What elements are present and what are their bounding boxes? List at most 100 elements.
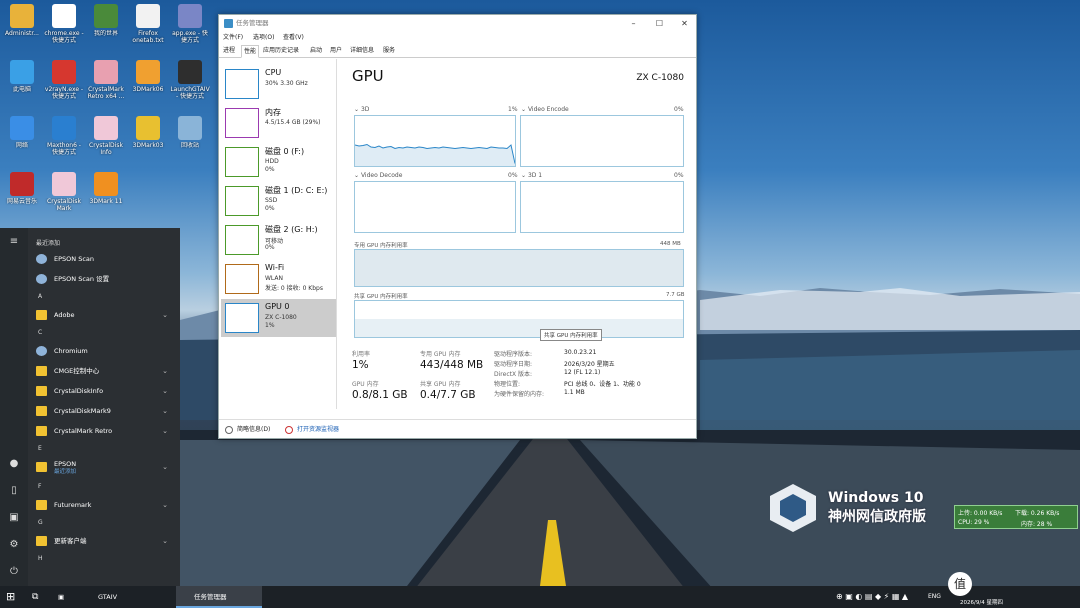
taskbar-item-gtaiv[interactable]: GTAIV xyxy=(84,586,170,608)
chevron-down-icon[interactable]: ⌄ xyxy=(162,382,168,400)
task-view-icon[interactable]: ⧉ xyxy=(32,586,46,608)
pictures-icon[interactable]: ▣ xyxy=(8,512,20,524)
desktop-icon[interactable]: 我的世界 xyxy=(86,4,126,44)
minimize-button[interactable]: – xyxy=(621,15,646,32)
dedicated-memory-graph[interactable] xyxy=(354,249,684,287)
start-folder-item[interactable]: CrystalDiskMark9 ⌄ xyxy=(30,402,176,420)
desktop-icon[interactable]: CrystalMark Retro x64 ... xyxy=(86,60,126,100)
power-icon[interactable]: ⏻ xyxy=(8,566,20,578)
alpha-header[interactable]: C xyxy=(38,329,42,336)
app-icon xyxy=(10,60,34,84)
resource-item[interactable]: 磁盘 1 (D: C: E:) SSD 0% xyxy=(221,182,336,220)
documents-icon[interactable]: ▯ xyxy=(8,485,20,497)
start-folder-item[interactable]: 更新客户端 ⌄ xyxy=(30,532,176,550)
start-item-label: CrystalDiskMark9 xyxy=(54,407,111,415)
resource-name: 磁盘 0 (F:) xyxy=(265,147,305,156)
tab-users[interactable]: 用户 xyxy=(330,45,342,58)
engine-video-decode-graph[interactable] xyxy=(354,181,516,233)
engine-3d1-graph[interactable] xyxy=(520,181,684,233)
resource-item[interactable]: CPU 30% 3.30 GHz xyxy=(221,65,336,103)
start-item-label: 更新客户端 xyxy=(54,537,87,545)
maximize-button[interactable]: ☐ xyxy=(647,15,672,32)
desktop-icon[interactable]: Administr... xyxy=(2,4,42,44)
start-folder-item[interactable]: Futuremark ⌄ xyxy=(30,496,176,514)
taskbar-item-task-manager[interactable]: 任务管理器 xyxy=(176,586,262,608)
alpha-header[interactable]: H xyxy=(38,555,43,562)
start-folder-item[interactable]: CrystalMark Retro ⌄ xyxy=(30,422,176,440)
desktop-icon[interactable]: CrystalDisk Info xyxy=(86,116,126,156)
settings-icon[interactable]: ⚙ xyxy=(8,539,20,551)
chevron-down-icon[interactable]: ⌄ xyxy=(162,532,168,550)
chevron-up-icon[interactable] xyxy=(225,426,233,434)
open-resource-monitor-link[interactable]: 打开资源监视器 xyxy=(297,420,339,440)
desktop-icon[interactable]: 3DMark03 xyxy=(128,116,168,156)
resource-item[interactable]: 磁盘 0 (F:) HDD 0% xyxy=(221,143,336,181)
start-app-item[interactable]: Chromium xyxy=(30,342,176,360)
desktop-icon[interactable]: app.exe - 快捷方式 xyxy=(170,4,210,44)
tab-processes[interactable]: 进程 xyxy=(223,45,235,58)
start-app-item[interactable]: EPSON Scan xyxy=(30,250,176,268)
desktop-icon[interactable]: Maxthon6 - 快捷方式 xyxy=(44,116,84,156)
chevron-down-icon[interactable]: ⌄ xyxy=(162,458,168,476)
alpha-header[interactable]: G xyxy=(38,519,43,526)
desktop-icon[interactable]: 3DMark 11 xyxy=(86,172,126,212)
detail-value: 12 (FL 12.1) xyxy=(564,369,601,376)
resource-item[interactable]: 磁盘 2 (G: H:) 可移动 0% xyxy=(221,221,336,259)
resource-item[interactable]: Wi-Fi WLAN 发送: 0 接收: 0 Kbps xyxy=(221,260,336,298)
menu-options[interactable]: 选项(O) xyxy=(253,32,274,44)
fewer-details-link[interactable]: 简略信息(D) xyxy=(237,420,270,440)
windows-start-icon[interactable]: ⊞ xyxy=(6,586,22,608)
start-folder-item[interactable]: EPSON 最近添加 ⌄ xyxy=(30,458,176,476)
alpha-header[interactable]: E xyxy=(38,445,42,452)
desktop-icon[interactable]: Firefox onetab.txt xyxy=(128,4,168,44)
desktop-icon[interactable]: 3DMark06 xyxy=(128,60,168,100)
menu-view[interactable]: 查看(V) xyxy=(283,32,304,44)
input-language[interactable]: ENG xyxy=(928,586,941,608)
engine-3d-graph[interactable] xyxy=(354,115,516,167)
engine-video-encode-graph[interactable] xyxy=(520,115,684,167)
desktop-icon[interactable]: 回收站 xyxy=(170,116,210,156)
tab-startup[interactable]: 启动 xyxy=(310,45,322,58)
title-bar[interactable]: 任务管理器 – ☐ ✕ xyxy=(219,15,696,32)
chevron-down-icon[interactable]: ⌄ xyxy=(162,362,168,380)
start-app-item[interactable]: EPSON Scan 设置 xyxy=(30,270,176,288)
chevron-down-icon[interactable]: ⌄ xyxy=(162,422,168,440)
desktop-icon[interactable]: LaunchGTAIV - 快捷方式 xyxy=(170,60,210,100)
chevron-down-icon[interactable]: ⌄ xyxy=(162,402,168,420)
desktop-icon[interactable]: 网络 xyxy=(2,116,42,156)
start-folder-item[interactable]: CrystalDiskInfo ⌄ xyxy=(30,382,176,400)
close-button[interactable]: ✕ xyxy=(672,15,697,32)
clock-date[interactable]: 2026/9/4 星期四 xyxy=(960,598,1003,606)
app-icon xyxy=(52,172,76,196)
desktop-icon-label: Firefox onetab.txt xyxy=(132,30,164,44)
tab-app-history[interactable]: 应用历史记录 xyxy=(263,45,299,58)
desktop-icon[interactable]: v2rayN.exe - 快捷方式 xyxy=(44,60,84,100)
hamburger-icon[interactable]: ≡ xyxy=(8,236,20,248)
resource-name: 磁盘 2 (G: H:) xyxy=(265,225,318,234)
menu-file[interactable]: 文件(F) xyxy=(223,32,243,44)
start-folder-item[interactable]: CMGE控制中心 ⌄ xyxy=(30,362,176,380)
chevron-down-icon[interactable]: ⌄ xyxy=(162,306,168,324)
tab-services[interactable]: 服务 xyxy=(383,45,395,58)
user-icon[interactable]: ● xyxy=(8,458,20,470)
pinned-app-icon[interactable]: ▣ xyxy=(58,586,74,608)
desktop-icon[interactable]: 网易云音乐 xyxy=(2,172,42,212)
resource-item[interactable]: 内存 4.5/15.4 GB (29%) xyxy=(221,104,336,142)
tab-details[interactable]: 详细信息 xyxy=(350,45,374,58)
chevron-down-icon[interactable]: ⌄ xyxy=(162,496,168,514)
tab-performance[interactable]: 性能 xyxy=(241,45,260,58)
desktop-icon[interactable]: CrystalDisk Mark xyxy=(44,172,84,212)
alpha-header[interactable]: A xyxy=(38,293,42,300)
tray-icons[interactable]: ⊕ ▣ ◐ ▤ ◆ ⚡ ▦ ▲ xyxy=(836,592,908,601)
alpha-header[interactable]: F xyxy=(38,483,41,490)
net-speed-widget[interactable]: 上传: 0.00 KB/s 下载: 0.26 KB/s CPU: 29 % 内存… xyxy=(954,505,1078,529)
app-icon xyxy=(178,4,202,28)
menu-bar: 文件(F) 选项(O) 查看(V) xyxy=(219,32,696,44)
start-folder-item[interactable]: Adobe ⌄ xyxy=(30,306,176,324)
desktop-icon[interactable]: 此电脑 xyxy=(2,60,42,100)
resource-detail: WLAN xyxy=(265,275,284,282)
desktop-icon[interactable]: chrome.exe - 快捷方式 xyxy=(44,4,84,44)
recent-header: 最近添加 xyxy=(36,240,61,247)
shared-memory-graph[interactable] xyxy=(354,300,684,338)
resource-item[interactable]: GPU 0 ZX C-1080 1% xyxy=(221,299,336,337)
